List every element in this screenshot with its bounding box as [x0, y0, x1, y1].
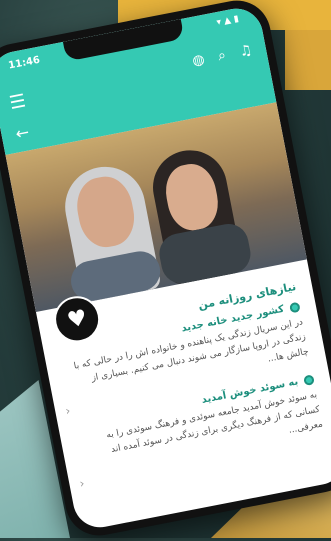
bell-icon[interactable]: ♫ — [238, 42, 253, 60]
search-icon[interactable]: ⌕ — [217, 47, 228, 64]
background-yellow-block-2 — [285, 30, 331, 90]
globe-icon[interactable]: ◍ — [191, 51, 206, 69]
bullet-icon — [288, 301, 301, 313]
status-time: 11:46 — [7, 54, 41, 72]
arrow-left-icon[interactable]: ← — [14, 122, 31, 143]
status-icons: ▾▲▮ — [215, 13, 243, 29]
chevron-left-icon[interactable]: ‹ — [64, 403, 71, 418]
header-actions: ◍ ⌕ ♫ — [191, 42, 254, 69]
bullet-icon — [303, 373, 315, 386]
chevron-left-icon[interactable]: ‹ — [78, 476, 85, 491]
hamburger-icon[interactable]: ☰ — [8, 90, 28, 114]
